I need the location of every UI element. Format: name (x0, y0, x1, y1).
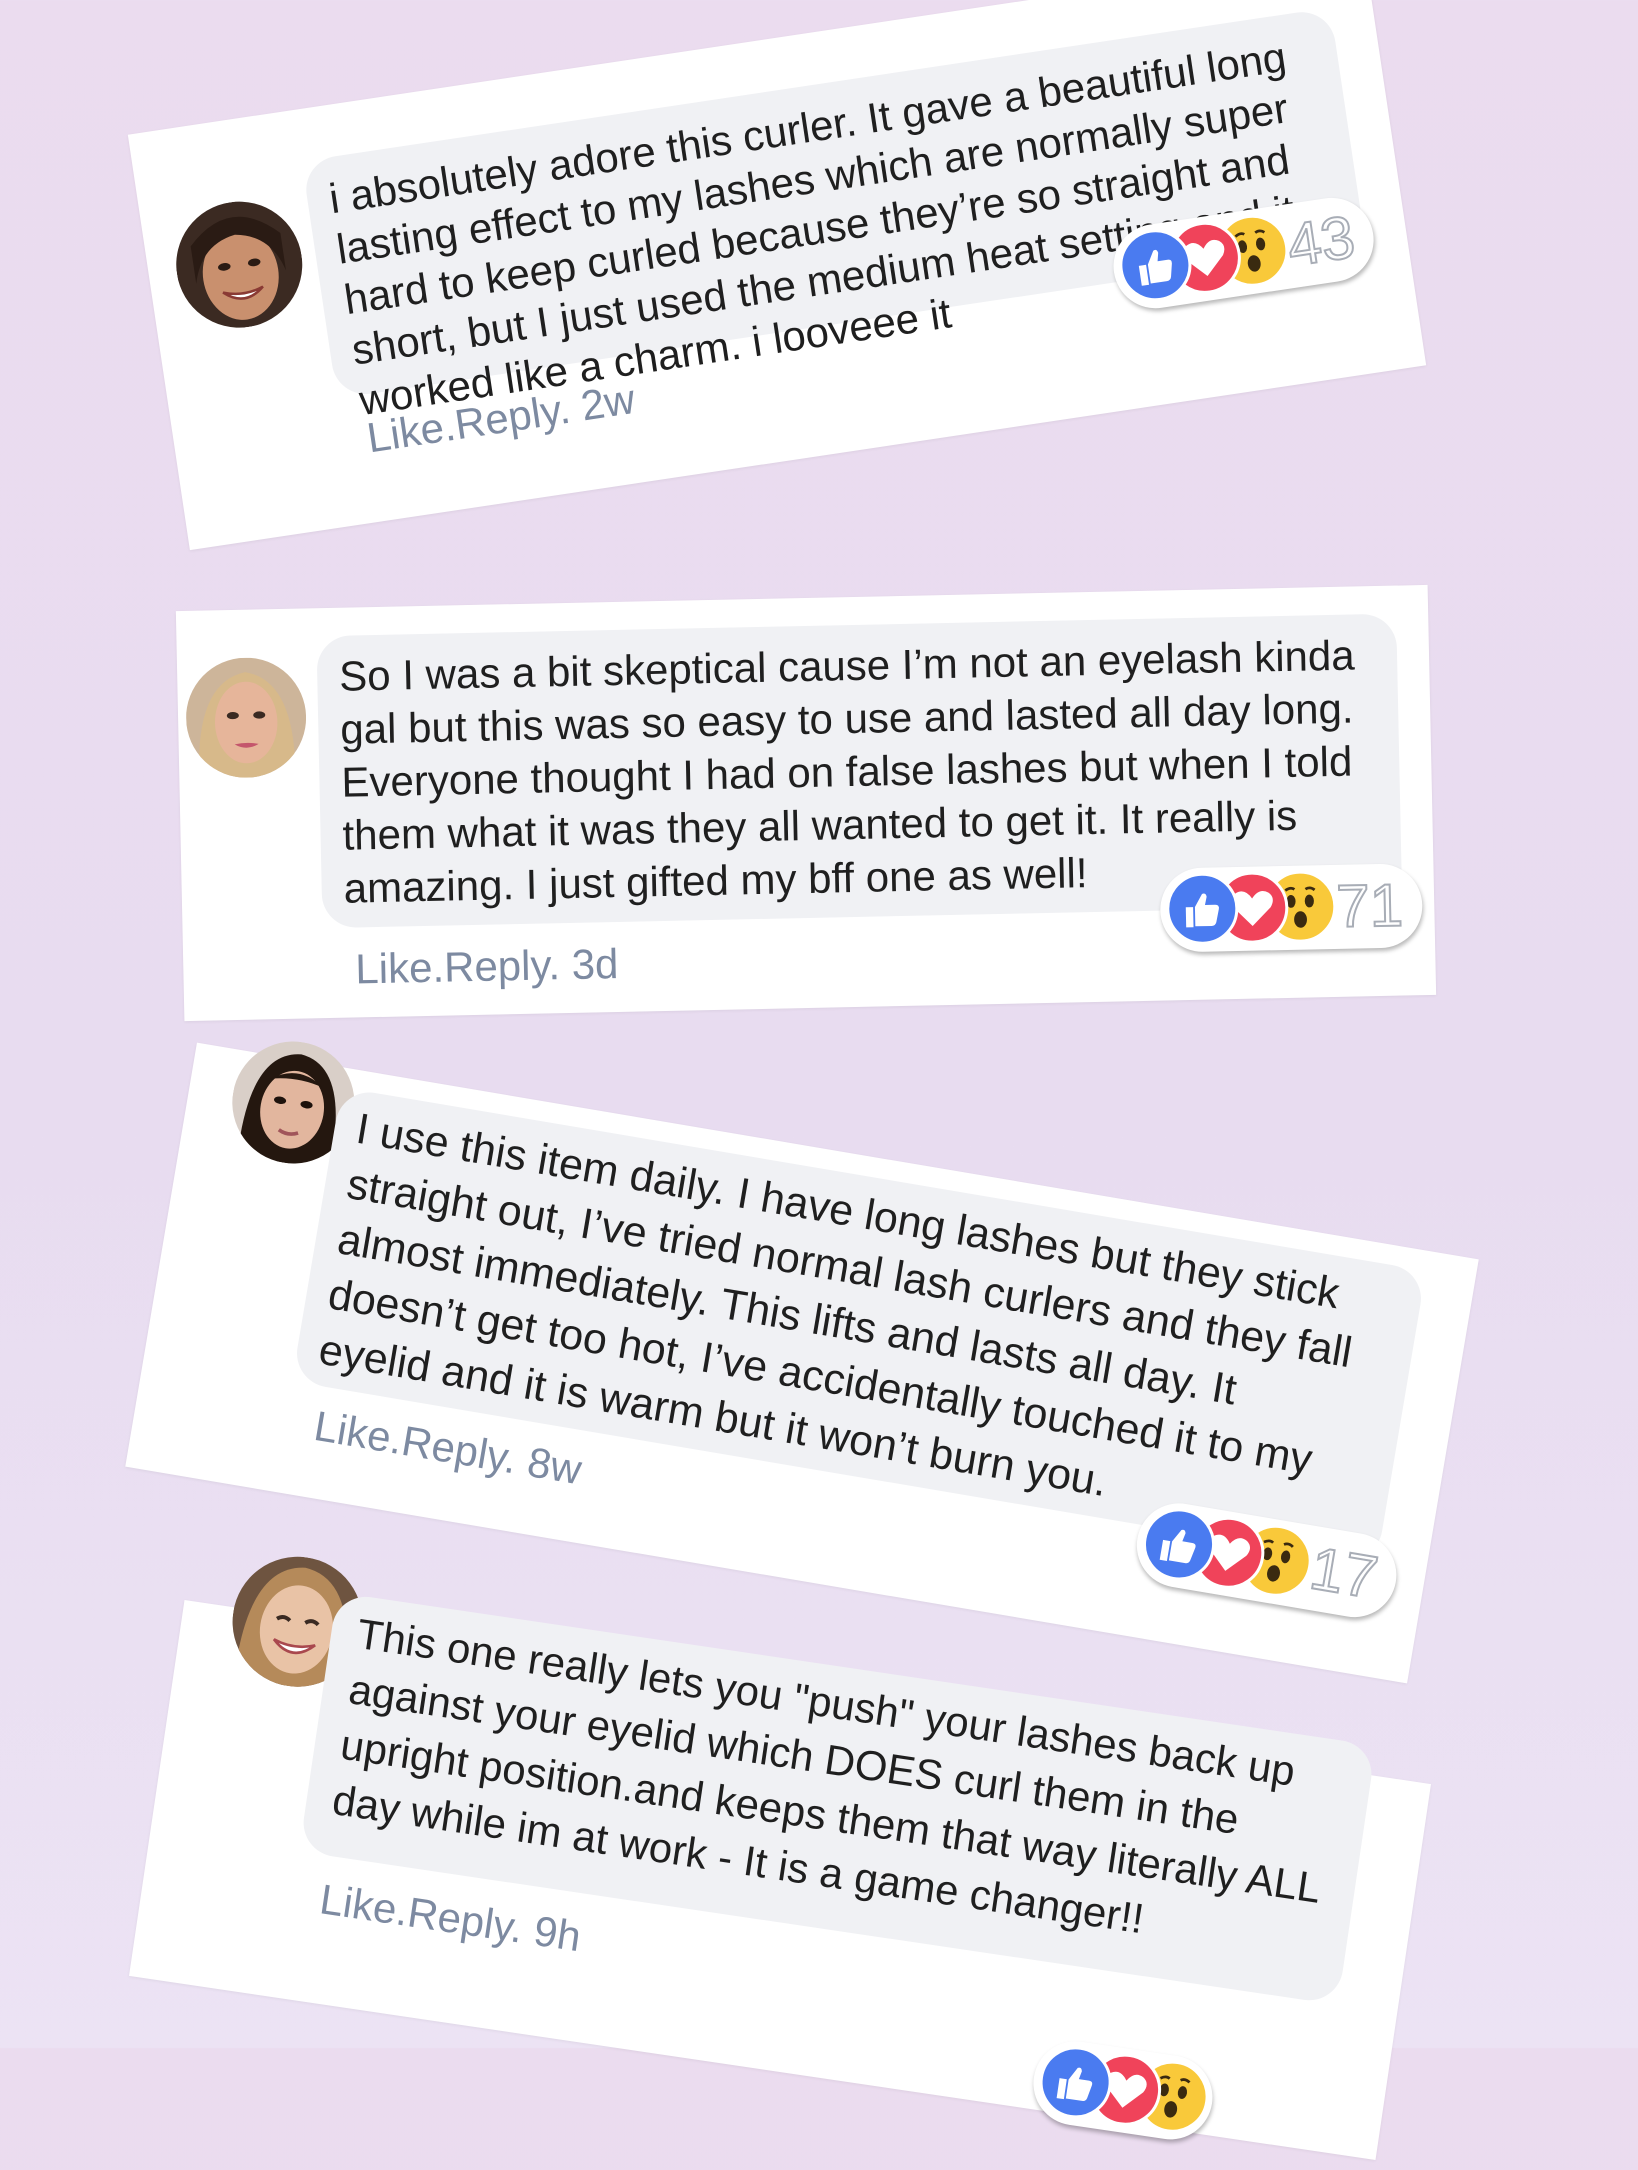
avatar-image (167, 193, 311, 337)
comment-card: This one really lets you "push" your las… (129, 1547, 1431, 2160)
avatar-image (184, 656, 308, 779)
like-icon (1114, 224, 1197, 307)
comment-bubble: I use this item daily. I have long lashe… (291, 1087, 1427, 1565)
reaction-summary[interactable] (1027, 2035, 1219, 2146)
avatar[interactable] (184, 656, 308, 779)
reaction-summary[interactable]: 71 (1159, 863, 1424, 953)
reaction-count: 71 (1335, 871, 1405, 941)
avatar[interactable] (167, 193, 311, 337)
comment-bubble: i absolutely adore this curler. It gave … (301, 7, 1366, 424)
like-icon (1034, 2041, 1117, 2124)
reaction-count: 43 (1282, 202, 1360, 280)
comment-card: i absolutely adore this curler. It gave … (127, 0, 1427, 551)
comment-text: I use this item daily. I have long lashe… (315, 1104, 1356, 1507)
comment-actions[interactable]: Like.Reply. 9h (317, 1875, 584, 1961)
reaction-count: 17 (1304, 1533, 1383, 1612)
like-icon (1165, 871, 1240, 946)
comment-card: So I was a bit skeptical cause I’m not a… (175, 584, 1437, 1022)
comment-actions[interactable]: Like.Reply. 3d (355, 940, 619, 993)
